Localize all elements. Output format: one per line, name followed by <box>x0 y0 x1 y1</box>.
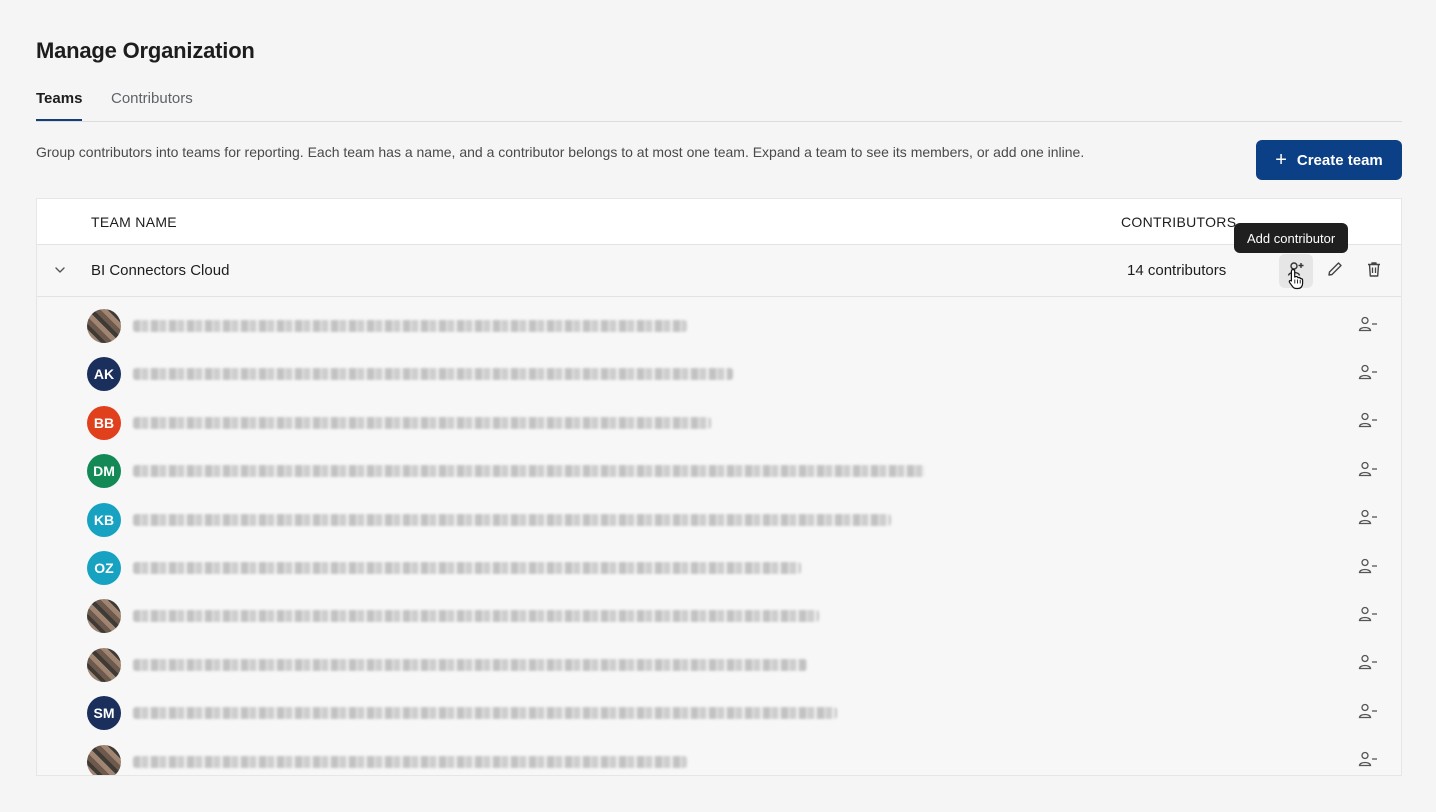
remove-member-button[interactable] <box>1355 507 1381 533</box>
remove-user-icon <box>1358 653 1378 676</box>
avatar <box>87 647 121 682</box>
remove-member-button[interactable] <box>1355 313 1381 339</box>
member-row: DM <box>37 448 1401 496</box>
member-row: SM <box>37 690 1401 738</box>
avatar <box>87 599 121 634</box>
remove-user-icon <box>1358 460 1378 483</box>
remove-member-button[interactable] <box>1355 700 1381 726</box>
redacted-member-details <box>133 320 687 332</box>
avatar: AK <box>87 357 121 392</box>
avatar <box>87 744 121 775</box>
remove-user-icon <box>1358 557 1378 580</box>
remove-member-button[interactable] <box>1355 603 1381 629</box>
column-header-contributors: CONTRIBUTORS <box>1121 214 1237 230</box>
teams-table: TEAM NAME CONTRIBUTORS AK BB DM KB OZ SM BI C… <box>36 198 1402 776</box>
remove-member-button[interactable] <box>1355 555 1381 581</box>
remove-user-icon <box>1358 508 1378 531</box>
remove-user-icon <box>1358 702 1378 725</box>
tab-contributors[interactable]: Contributors <box>111 90 193 119</box>
avatar: DM <box>87 454 121 489</box>
avatar <box>87 309 121 343</box>
redacted-member-details <box>133 707 837 720</box>
redacted-member-details <box>133 416 711 429</box>
remove-user-icon <box>1358 363 1378 386</box>
tab-bar: Teams Contributors <box>36 88 1402 122</box>
remove-user-icon <box>1358 315 1378 338</box>
member-row: AK <box>37 351 1401 399</box>
add-contributor-tooltip: Add contributor <box>1234 223 1349 253</box>
avatar: BB <box>87 405 121 440</box>
remove-member-button[interactable] <box>1355 749 1381 775</box>
redacted-member-details <box>133 368 733 381</box>
redacted-member-details <box>133 562 801 574</box>
remove-member-button[interactable] <box>1355 410 1381 436</box>
tab-teams[interactable]: Teams <box>36 90 83 121</box>
redacted-member-details <box>133 658 807 671</box>
member-row <box>37 593 1401 641</box>
redacted-member-details <box>133 755 687 768</box>
member-row: OZ <box>37 545 1401 593</box>
manage-organization-page: Manage Organization Teams Contributors G… <box>0 0 1436 812</box>
pencil-icon <box>1326 260 1344 283</box>
delete-team-button[interactable] <box>1357 254 1391 288</box>
member-row <box>37 303 1401 351</box>
trash-icon <box>1365 260 1383 283</box>
remove-member-button[interactable] <box>1355 652 1381 678</box>
edit-team-button[interactable] <box>1318 254 1352 288</box>
team-members-list: AK BB DM KB OZ SM <box>37 297 1401 775</box>
team-contributor-count: 14 contributors <box>1127 262 1227 279</box>
page-description: Group contributors into teams for report… <box>36 144 1085 160</box>
remove-member-button[interactable] <box>1355 458 1381 484</box>
remove-user-icon <box>1358 605 1378 628</box>
avatar: KB <box>87 502 121 537</box>
redacted-member-details <box>133 513 891 526</box>
column-header-team-name: TEAM NAME <box>91 214 177 230</box>
table-header: TEAM NAME CONTRIBUTORS <box>37 199 1401 245</box>
member-row: BB <box>37 400 1401 448</box>
create-team-label: Create team <box>1296 151 1383 169</box>
team-row[interactable]: BI Connectors Cloud 14 contributors Add … <box>37 223 1401 297</box>
redacted-member-details <box>133 610 819 623</box>
redacted-member-details <box>133 465 925 478</box>
avatar: SM <box>87 696 121 731</box>
plus-icon: + <box>1275 149 1287 171</box>
remove-user-icon <box>1358 411 1378 434</box>
pointer-cursor-icon <box>1288 268 1304 290</box>
member-row <box>37 642 1401 690</box>
member-row: KB <box>37 497 1401 545</box>
remove-member-button[interactable] <box>1355 361 1381 387</box>
create-team-button[interactable]: + Create team <box>1256 140 1402 180</box>
avatar: OZ <box>87 551 121 585</box>
member-row <box>37 739 1401 775</box>
chevron-down-icon[interactable] <box>53 263 67 277</box>
remove-user-icon <box>1358 750 1378 773</box>
page-title: Manage Organization <box>36 38 255 63</box>
team-name: BI Connectors Cloud <box>91 262 230 279</box>
